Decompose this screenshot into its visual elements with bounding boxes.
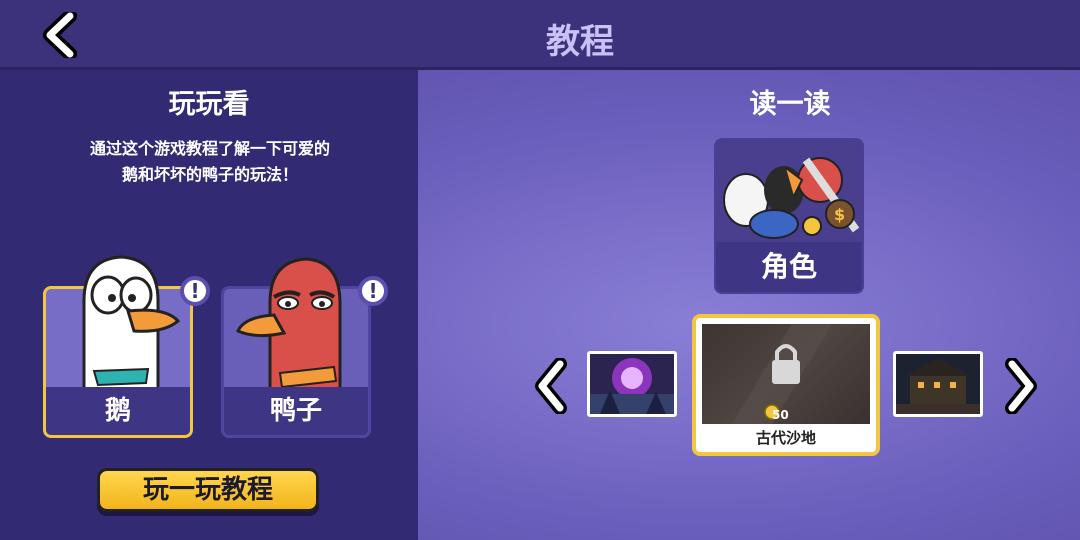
goose-alert-badge: !: [180, 276, 210, 306]
description-line-2: 鹅和坏坏的鸭子的玩法！: [121, 165, 298, 184]
haunted-map-image: [590, 354, 674, 414]
duck-portrait: [236, 257, 342, 393]
top-bar: 教程: [0, 0, 1080, 70]
unlock-cost: 50: [772, 408, 789, 422]
chevron-right-icon: [1005, 357, 1037, 415]
chevron-left-icon: [535, 357, 567, 415]
map-card-selected[interactable]: 50 古代沙地: [692, 314, 880, 456]
map-thumbnail-previous[interactable]: [587, 351, 677, 417]
tutorial-description: 通过这个游戏教程了解一下可爱的 鹅和坏坏的鸭子的玩法！: [30, 136, 390, 188]
play-section-title: 玩玩看: [168, 89, 250, 120]
goose-label: 鹅: [46, 387, 190, 435]
character-card-goose[interactable]: 鹅: [43, 255, 193, 438]
carousel-next-button[interactable]: [1002, 357, 1038, 415]
play-panel: 玩玩看 通过这个游戏教程了解一下可爱的 鹅和坏坏的鸭子的玩法！ 鹅 ! 鸭子 !…: [0, 70, 418, 540]
page-title: 教程: [546, 22, 614, 62]
roles-label: 角色: [716, 242, 862, 292]
map-preview: 50: [702, 324, 870, 424]
svg-text:$: $: [834, 205, 845, 224]
map-name: 古代沙地: [755, 429, 816, 447]
map-thumbnail-next[interactable]: [893, 351, 983, 417]
play-tutorial-button[interactable]: 玩一玩教程: [97, 468, 319, 512]
read-section-title: 读一读: [749, 89, 831, 120]
character-card-duck[interactable]: 鸭子: [221, 257, 371, 438]
roles-collage-image: $: [716, 140, 862, 244]
duck-alert-badge: !: [358, 276, 388, 306]
mansion-map-image: [896, 354, 980, 414]
duck-label: 鸭子: [224, 387, 368, 435]
roles-card[interactable]: $ 角色: [714, 138, 864, 294]
carousel-prev-button[interactable]: [534, 357, 570, 415]
goose-portrait: [82, 255, 181, 393]
description-line-1: 通过这个游戏教程了解一下可爱的: [89, 139, 330, 158]
